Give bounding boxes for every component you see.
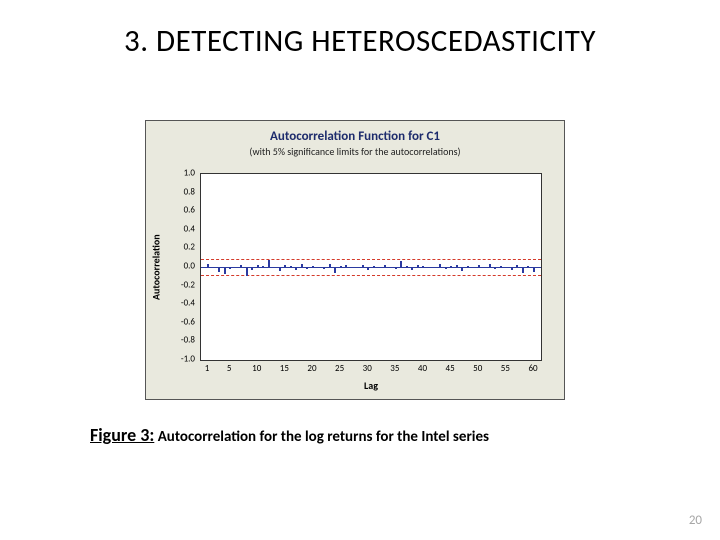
acf-bar	[246, 267, 248, 276]
acf-bar	[511, 267, 513, 270]
acf-bar	[284, 265, 286, 267]
y-tick: -0.6	[181, 316, 198, 327]
caption-rest: Autocorrelation for the log returns for …	[154, 428, 489, 446]
y-axis-label: Autocorrelation	[150, 173, 162, 361]
acf-bar	[362, 265, 364, 267]
significance-line	[201, 259, 541, 260]
acf-bar	[312, 266, 314, 267]
slide: 3. DETECTING HETEROSCEDASTICITY Autocorr…	[0, 0, 720, 540]
acf-bar	[406, 266, 408, 267]
y-tick: -0.2	[181, 279, 198, 290]
plot-area	[200, 173, 542, 361]
acf-bar	[522, 267, 524, 273]
acf-bar	[500, 266, 502, 267]
acf-bar	[389, 267, 391, 268]
y-tick: -0.8	[181, 335, 198, 346]
acf-bar	[295, 267, 297, 270]
y-tick: 0.0	[184, 261, 198, 272]
acf-bar	[340, 266, 342, 267]
acf-bar	[224, 267, 226, 274]
acf-bar	[417, 265, 419, 267]
acf-bar	[251, 267, 253, 270]
acf-bar	[439, 264, 441, 267]
acf-bar	[213, 267, 215, 268]
chart-frame: Autocorrelation Function for C1 (with 5%…	[145, 120, 565, 400]
acf-bar	[345, 265, 347, 267]
y-tick: 0.6	[184, 205, 198, 216]
acf-bar	[329, 264, 331, 267]
x-tick: 40	[418, 363, 427, 374]
acf-bar	[273, 267, 275, 268]
acf-bar	[411, 267, 413, 270]
acf-bar	[318, 267, 320, 268]
x-tick: 1	[205, 363, 210, 374]
y-tick: -1.0	[181, 354, 198, 365]
x-axis-label: Lag	[200, 379, 542, 392]
acf-bar	[450, 266, 452, 267]
acf-bar	[445, 267, 447, 269]
acf-bar	[378, 267, 380, 268]
y-tick: -0.4	[181, 298, 198, 309]
acf-bar	[478, 265, 480, 267]
acf-bar	[240, 265, 242, 267]
acf-bar	[257, 265, 259, 267]
acf-bar	[356, 267, 358, 268]
acf-bar	[456, 265, 458, 267]
acf-bar	[400, 261, 402, 267]
acf-bar	[279, 267, 281, 271]
acf-bar	[323, 267, 325, 269]
acf-bar	[472, 267, 474, 268]
acf-bar	[229, 267, 231, 269]
x-tick: 50	[473, 363, 482, 374]
x-tick: 25	[335, 363, 344, 374]
acf-bar	[505, 267, 507, 268]
acf-bar	[395, 267, 397, 269]
x-tick: 20	[307, 363, 316, 374]
significance-line	[201, 275, 541, 276]
x-tick: 35	[390, 363, 399, 374]
acf-bar	[268, 260, 270, 267]
y-tick: 0.2	[184, 242, 198, 253]
x-tick: 60	[528, 363, 537, 374]
acf-bar	[489, 264, 491, 267]
x-tick: 30	[363, 363, 372, 374]
acf-bar	[262, 266, 264, 267]
slide-heading: 3. DETECTING HETEROSCEDASTICITY	[0, 22, 720, 60]
acf-bar	[527, 266, 529, 267]
acf-bar	[533, 267, 535, 272]
x-tick: 15	[280, 363, 289, 374]
chart-title: Autocorrelation Function for C1	[146, 129, 564, 144]
acf-bar	[461, 267, 463, 271]
acf-bar	[218, 267, 220, 272]
x-tick: 55	[501, 363, 510, 374]
figure-caption: Figure 3: Autocorrelation for the log re…	[90, 424, 650, 446]
acf-bar	[434, 267, 436, 268]
caption-lead: Figure 3:	[90, 424, 154, 446]
acf-bar	[516, 265, 518, 267]
chart-subtitle: (with 5% significance limits for the aut…	[146, 145, 564, 158]
acf-bar	[373, 266, 375, 267]
x-tick: 10	[252, 363, 261, 374]
page-number: 20	[689, 513, 702, 528]
acf-bar	[428, 267, 430, 268]
y-tick: 0.4	[184, 223, 198, 234]
acf-bar	[467, 266, 469, 267]
y-tick: 1.0	[184, 168, 198, 179]
acf-bar	[306, 267, 308, 269]
acf-bar	[290, 266, 292, 267]
x-tick: 5	[227, 363, 232, 374]
acf-bar	[367, 267, 369, 270]
x-tick: 45	[446, 363, 455, 374]
acf-bar	[384, 265, 386, 267]
y-tick: 0.8	[184, 186, 198, 197]
acf-bar	[334, 267, 336, 273]
acf-bar	[351, 267, 353, 268]
acf-bar	[207, 264, 209, 267]
acf-bar	[235, 267, 237, 268]
acf-bar	[483, 267, 485, 268]
acf-bar	[494, 267, 496, 269]
acf-bar	[301, 264, 303, 267]
acf-bar	[422, 266, 424, 267]
